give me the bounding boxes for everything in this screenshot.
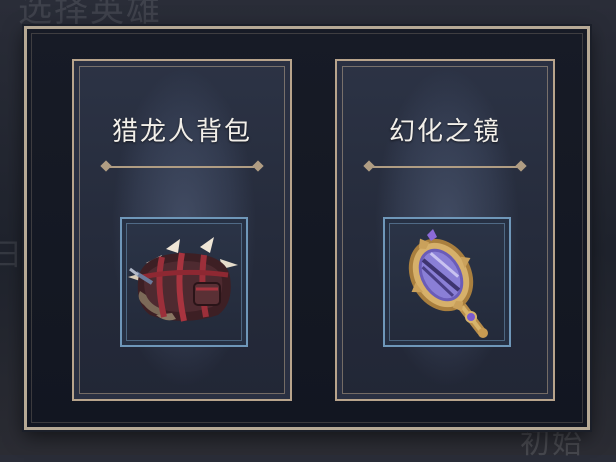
choice-card-mirror[interactable]: 幻化之镜 bbox=[335, 59, 555, 401]
item-icon-frame bbox=[120, 217, 248, 347]
choice-card-backpack[interactable]: 猎龙人背包 bbox=[72, 59, 292, 401]
background-side-text: 日 bbox=[0, 238, 24, 273]
ornament-divider bbox=[363, 160, 527, 173]
mirror-icon bbox=[408, 229, 488, 338]
backpack-icon bbox=[128, 237, 238, 322]
card-title: 猎龙人背包 bbox=[111, 117, 252, 147]
item-choice-dialog: 猎龙人背包 幻化之镜 bbox=[24, 26, 590, 430]
card-title: 幻化之镜 bbox=[388, 117, 501, 147]
item-icon-frame bbox=[383, 217, 511, 347]
ornament-divider bbox=[100, 160, 264, 173]
